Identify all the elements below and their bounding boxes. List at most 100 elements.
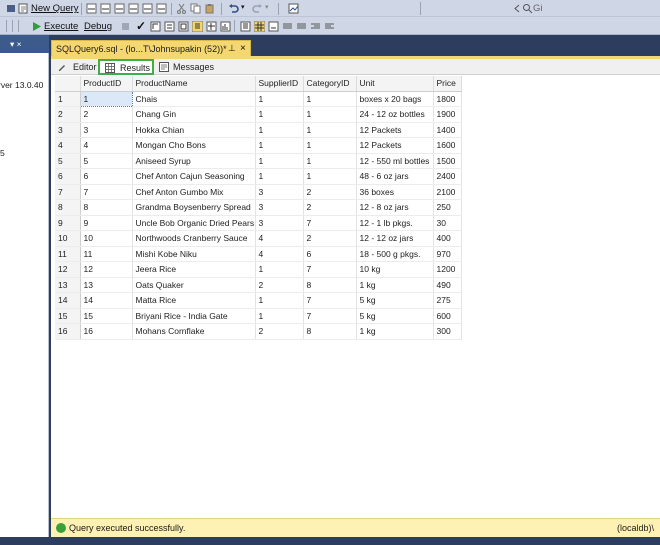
grid-cell-unit[interactable]: 5 kg: [356, 308, 434, 324]
column-header-productid[interactable]: ProductID: [80, 76, 133, 92]
row-number[interactable]: 14: [55, 292, 81, 309]
grid-cell-categoryid[interactable]: 8: [303, 323, 357, 340]
dmx-query-icon[interactable]: [100, 3, 111, 14]
results-to-text-icon[interactable]: [192, 21, 203, 32]
grid-cell-productid[interactable]: 4: [80, 137, 133, 154]
grid-cell-unit[interactable]: 12 - 1 lb pkgs.: [356, 215, 434, 231]
grid-cell-unit[interactable]: 5 kg: [356, 292, 434, 309]
grid-cell-price[interactable]: 275: [433, 292, 462, 309]
paste-icon[interactable]: [204, 3, 215, 14]
query-options-icon[interactable]: [164, 21, 175, 32]
grid-cell-productname[interactable]: Matta Rice: [132, 292, 256, 309]
row-number[interactable]: 15: [55, 308, 81, 324]
grid-cell-categoryid[interactable]: 2: [303, 184, 357, 200]
grid-cell-supplierid[interactable]: 1: [255, 292, 304, 309]
grid-cell-productname[interactable]: Chais: [132, 91, 256, 107]
row-number[interactable]: 7: [55, 184, 81, 200]
search-hint[interactable]: Gi: [533, 3, 543, 14]
tab-results[interactable]: Results: [98, 59, 154, 75]
uncomment-icon[interactable]: [296, 21, 307, 32]
grid-cell-price[interactable]: 1400: [433, 122, 462, 138]
grid-cell-price[interactable]: 1200: [433, 261, 462, 278]
grid-cell-supplierid[interactable]: 4: [255, 230, 304, 247]
grid-cell-productid[interactable]: 10: [80, 230, 133, 247]
row-number-header[interactable]: [55, 76, 81, 92]
grid-cell-price[interactable]: 2400: [433, 168, 462, 185]
row-number[interactable]: 12: [55, 261, 81, 278]
grid-cell-price[interactable]: 250: [433, 199, 462, 216]
grid-cell-productid[interactable]: 1: [79, 90, 133, 107]
row-number[interactable]: 6: [55, 168, 81, 185]
grid-cell-productid[interactable]: 7: [80, 184, 133, 200]
grid-cell-price[interactable]: 1800: [433, 91, 462, 107]
execute-play-icon[interactable]: [31, 21, 42, 32]
grid-cell-supplierid[interactable]: 1: [255, 106, 304, 123]
grid-cell-productid[interactable]: 14: [80, 292, 133, 309]
server-node-label[interactable]: rver 13.0.40: [0, 80, 43, 90]
grid-cell-productid[interactable]: 2: [80, 106, 133, 123]
grid-cell-productname[interactable]: Mohans Cornflake: [132, 323, 256, 340]
results-to-file-icon[interactable]: [268, 21, 279, 32]
parse-check-icon[interactable]: ✓: [136, 19, 146, 33]
new-query-icon[interactable]: [18, 3, 29, 14]
grid-cell-unit[interactable]: 12 - 12 oz jars: [356, 230, 434, 247]
grid-cell-productid[interactable]: 16: [80, 323, 133, 340]
grid-cell-productname[interactable]: Briyani Rice - India Gate: [132, 308, 256, 324]
grid-cell-supplierid[interactable]: 3: [255, 184, 304, 200]
grid-cell-productname[interactable]: Jeera Rice: [132, 261, 256, 278]
grid-cell-supplierid[interactable]: 1: [255, 153, 304, 169]
grid-cell-productname[interactable]: Oats Quaker: [132, 277, 256, 293]
grid-cell-price[interactable]: 600: [433, 308, 462, 324]
grid-cell-supplierid[interactable]: 1: [255, 308, 304, 324]
search-icon[interactable]: [522, 3, 533, 14]
grid-cell-unit[interactable]: 36 boxes: [356, 184, 434, 200]
grid-cell-productid[interactable]: 12: [80, 261, 133, 278]
tab-editor[interactable]: Editor: [55, 60, 101, 74]
tab-messages[interactable]: Messages: [157, 60, 217, 74]
pin-tab-icon[interactable]: ⊥: [228, 43, 236, 54]
grid-cell-categoryid[interactable]: 2: [303, 230, 357, 247]
new-query-button[interactable]: New Query: [31, 3, 79, 14]
column-header-price[interactable]: Price: [433, 76, 462, 92]
grid-cell-productid[interactable]: 3: [80, 122, 133, 138]
grid-cell-categoryid[interactable]: 1: [303, 106, 357, 123]
grid-cell-productname[interactable]: Uncle Bob Organic Dried Pears: [132, 215, 256, 231]
results-to-text-button-icon[interactable]: [240, 21, 251, 32]
grid-cell-price[interactable]: 1900: [433, 106, 462, 123]
analysis-query-icon[interactable]: [142, 3, 153, 14]
grid-cell-categoryid[interactable]: 1: [303, 168, 357, 185]
report-query-icon[interactable]: [156, 3, 167, 14]
column-header-supplierid[interactable]: SupplierID: [255, 76, 304, 92]
cut-icon[interactable]: [176, 3, 187, 14]
grid-cell-price[interactable]: 970: [433, 246, 462, 262]
grid-cell-productid[interactable]: 6: [80, 168, 133, 185]
results-grid[interactable]: ProductID ProductName SupplierID Categor…: [55, 76, 462, 340]
activity-monitor-icon[interactable]: [288, 3, 299, 14]
grid-cell-productname[interactable]: Northwoods Cranberry Sauce: [132, 230, 256, 247]
grid-cell-productname[interactable]: Mongan Cho Bons: [132, 137, 256, 154]
grid-cell-supplierid[interactable]: 1: [255, 261, 304, 278]
undo-icon[interactable]: [228, 3, 239, 14]
grid-cell-price[interactable]: 2100: [433, 184, 462, 200]
grid-cell-unit[interactable]: 18 - 500 g pkgs.: [356, 246, 434, 262]
copy-icon[interactable]: [190, 3, 201, 14]
grid-cell-productid[interactable]: 11: [80, 246, 133, 262]
comment-icon[interactable]: [282, 21, 293, 32]
cancel-query-icon[interactable]: [120, 21, 131, 32]
grid-cell-price[interactable]: 1600: [433, 137, 462, 154]
intellisense-icon[interactable]: [178, 21, 189, 32]
column-header-unit[interactable]: Unit: [356, 76, 434, 92]
grid-cell-unit[interactable]: 10 kg: [356, 261, 434, 278]
grid-cell-categoryid[interactable]: 7: [303, 292, 357, 309]
include-plan-icon[interactable]: [206, 21, 217, 32]
grid-cell-price[interactable]: 490: [433, 277, 462, 293]
tree-node-fragment[interactable]: 5: [0, 148, 5, 158]
client-stats-icon[interactable]: [220, 21, 231, 32]
redo-icon[interactable]: [252, 3, 263, 14]
increase-indent-icon[interactable]: [324, 21, 335, 32]
results-to-grid-icon[interactable]: [254, 21, 265, 32]
dax-query-icon[interactable]: [128, 3, 139, 14]
close-tab-icon[interactable]: ×: [240, 43, 246, 54]
grid-cell-productid[interactable]: 13: [80, 277, 133, 293]
execute-button[interactable]: Execute: [44, 21, 78, 32]
